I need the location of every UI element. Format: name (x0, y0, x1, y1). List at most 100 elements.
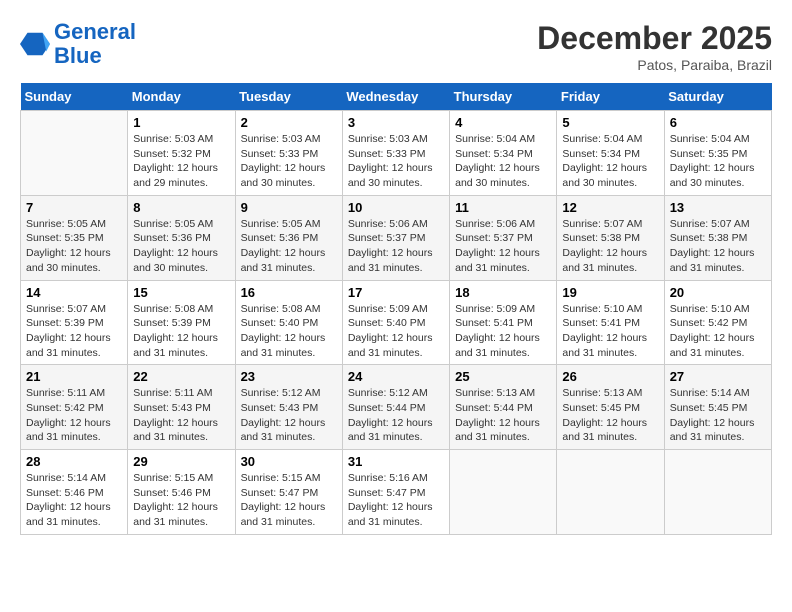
day-number: 11 (455, 200, 551, 215)
day-number: 3 (348, 115, 444, 130)
calendar-day-cell: 22 Sunrise: 5:11 AMSunset: 5:43 PMDayligh… (128, 365, 235, 450)
calendar-day-cell: 16 Sunrise: 5:08 AMSunset: 5:40 PMDayligh… (235, 280, 342, 365)
calendar-week-row: 28Sunrise: 5:14 AMSunset: 5:46 PMDayligh… (21, 450, 772, 535)
calendar-day-cell: 23Sunrise: 5:12 AMSunset: 5:43 PMDayligh… (235, 365, 342, 450)
day-info: Sunrise: 5:12 AMSunset: 5:43 PMDaylight:… (241, 386, 337, 445)
calendar-week-row: 7Sunrise: 5:05 AMSunset: 5:35 PMDaylight… (21, 195, 772, 280)
calendar-day-cell: 2Sunrise: 5:03 AMSunset: 5:33 PMDaylight… (235, 111, 342, 196)
day-number: 1 (133, 115, 229, 130)
logo-line1: General (54, 19, 136, 44)
day-number: 9 (241, 200, 337, 215)
day-info: Sunrise: 5:15 AMSunset: 5:47 PMDaylight:… (241, 471, 337, 530)
day-of-week-header: Saturday (664, 83, 771, 111)
calendar-day-cell: 1 Sunrise: 5:03 AMSunset: 5:32 PMDaylight… (128, 111, 235, 196)
calendar-day-cell: 28Sunrise: 5:14 AMSunset: 5:46 PMDayligh… (21, 450, 128, 535)
day-number: 16 (241, 285, 337, 300)
day-number: 31 (348, 454, 444, 469)
calendar-day-cell: 13Sunrise: 5:07 AMSunset: 5:38 PMDayligh… (664, 195, 771, 280)
day-of-week-header: Wednesday (342, 83, 449, 111)
day-info: Sunrise: 5:11 AMSunset: 5:43 PMDaylight:… (133, 386, 229, 445)
day-info: Sunrise: 5:08 AMSunset: 5:39 PMDaylight:… (133, 302, 229, 361)
day-number: 26 (562, 369, 658, 384)
calendar-day-cell: 25 Sunrise: 5:13 AMSunset: 5:44 PMDayligh… (450, 365, 557, 450)
calendar-day-cell: 9 Sunrise: 5:05 AMSunset: 5:36 PMDaylight… (235, 195, 342, 280)
calendar-day-cell: 17Sunrise: 5:09 AMSunset: 5:40 PMDayligh… (342, 280, 449, 365)
day-info: Sunrise: 5:03 AMSunset: 5:33 PMDaylight:… (348, 132, 444, 191)
day-info: Sunrise: 5:04 AMSunset: 5:35 PMDaylight:… (670, 132, 766, 191)
day-info: Sunrise: 5:03 AMSunset: 5:32 PMDaylight:… (133, 132, 229, 191)
day-number: 25 (455, 369, 551, 384)
day-info: Sunrise: 5:05 AMSunset: 5:36 PMDaylight:… (241, 217, 337, 276)
day-info: Sunrise: 5:06 AMSunset: 5:37 PMDaylight:… (348, 217, 444, 276)
day-number: 27 (670, 369, 766, 384)
calendar-day-cell: 19 Sunrise: 5:10 AMSunset: 5:41 PMDayligh… (557, 280, 664, 365)
calendar-day-cell: 7Sunrise: 5:05 AMSunset: 5:35 PMDaylight… (21, 195, 128, 280)
day-info: Sunrise: 5:10 AMSunset: 5:41 PMDaylight:… (562, 302, 658, 361)
day-number: 20 (670, 285, 766, 300)
day-info: Sunrise: 5:09 AMSunset: 5:41 PMDaylight:… (455, 302, 551, 361)
title-block: December 2025 Patos, Paraiba, Brazil (537, 20, 772, 73)
calendar-day-cell: 14 Sunrise: 5:07 AMSunset: 5:39 PMDayligh… (21, 280, 128, 365)
page-header: General Blue December 2025 Patos, Paraib… (20, 20, 772, 73)
day-info: Sunrise: 5:14 AMSunset: 5:45 PMDaylight:… (670, 386, 766, 445)
day-of-week-header: Monday (128, 83, 235, 111)
calendar-day-cell: 8 Sunrise: 5:05 AMSunset: 5:36 PMDaylight… (128, 195, 235, 280)
day-info: Sunrise: 5:08 AMSunset: 5:40 PMDaylight:… (241, 302, 337, 361)
day-number: 13 (670, 200, 766, 215)
calendar-day-cell: 5Sunrise: 5:04 AMSunset: 5:34 PMDaylight… (557, 111, 664, 196)
page-title: December 2025 (537, 20, 772, 57)
calendar-day-cell: 20 Sunrise: 5:10 AMSunset: 5:42 PMDayligh… (664, 280, 771, 365)
calendar-day-cell (450, 450, 557, 535)
day-number: 5 (562, 115, 658, 130)
day-info: Sunrise: 5:11 AMSunset: 5:42 PMDaylight:… (26, 386, 122, 445)
calendar-day-cell (664, 450, 771, 535)
day-number: 4 (455, 115, 551, 130)
calendar-day-cell: 15 Sunrise: 5:08 AMSunset: 5:39 PMDayligh… (128, 280, 235, 365)
day-number: 14 (26, 285, 122, 300)
calendar-day-cell: 3 Sunrise: 5:03 AMSunset: 5:33 PMDaylight… (342, 111, 449, 196)
day-number: 2 (241, 115, 337, 130)
logo-line2: Blue (54, 43, 102, 68)
calendar-day-cell: 29 Sunrise: 5:15 AMSunset: 5:46 PMDayligh… (128, 450, 235, 535)
day-info: Sunrise: 5:10 AMSunset: 5:42 PMDaylight:… (670, 302, 766, 361)
day-of-week-header: Tuesday (235, 83, 342, 111)
logo-text: General Blue (54, 20, 136, 68)
day-info: Sunrise: 5:13 AMSunset: 5:44 PMDaylight:… (455, 386, 551, 445)
day-number: 19 (562, 285, 658, 300)
day-number: 29 (133, 454, 229, 469)
day-info: Sunrise: 5:05 AMSunset: 5:36 PMDaylight:… (133, 217, 229, 276)
calendar-week-row: 14 Sunrise: 5:07 AMSunset: 5:39 PMDayligh… (21, 280, 772, 365)
day-number: 12 (562, 200, 658, 215)
day-number: 6 (670, 115, 766, 130)
calendar-day-cell: 4Sunrise: 5:04 AMSunset: 5:34 PMDaylight… (450, 111, 557, 196)
day-number: 28 (26, 454, 122, 469)
day-number: 24 (348, 369, 444, 384)
calendar-header-row: SundayMondayTuesdayWednesdayThursdayFrid… (21, 83, 772, 111)
day-number: 18 (455, 285, 551, 300)
day-info: Sunrise: 5:15 AMSunset: 5:46 PMDaylight:… (133, 471, 229, 530)
calendar-table: SundayMondayTuesdayWednesdayThursdayFrid… (20, 83, 772, 535)
calendar-day-cell: 6 Sunrise: 5:04 AMSunset: 5:35 PMDaylight… (664, 111, 771, 196)
calendar-day-cell (21, 111, 128, 196)
calendar-day-cell: 21 Sunrise: 5:11 AMSunset: 5:42 PMDayligh… (21, 365, 128, 450)
logo: General Blue (20, 20, 136, 68)
day-info: Sunrise: 5:16 AMSunset: 5:47 PMDaylight:… (348, 471, 444, 530)
day-of-week-header: Thursday (450, 83, 557, 111)
calendar-day-cell: 10Sunrise: 5:06 AMSunset: 5:37 PMDayligh… (342, 195, 449, 280)
day-info: Sunrise: 5:09 AMSunset: 5:40 PMDaylight:… (348, 302, 444, 361)
calendar-day-cell: 26Sunrise: 5:13 AMSunset: 5:45 PMDayligh… (557, 365, 664, 450)
calendar-day-cell: 18 Sunrise: 5:09 AMSunset: 5:41 PMDayligh… (450, 280, 557, 365)
day-number: 8 (133, 200, 229, 215)
calendar-week-row: 1 Sunrise: 5:03 AMSunset: 5:32 PMDaylight… (21, 111, 772, 196)
calendar-week-row: 21 Sunrise: 5:11 AMSunset: 5:42 PMDayligh… (21, 365, 772, 450)
calendar-day-cell: 30Sunrise: 5:15 AMSunset: 5:47 PMDayligh… (235, 450, 342, 535)
day-of-week-header: Friday (557, 83, 664, 111)
day-number: 15 (133, 285, 229, 300)
day-number: 22 (133, 369, 229, 384)
day-info: Sunrise: 5:06 AMSunset: 5:37 PMDaylight:… (455, 217, 551, 276)
day-number: 21 (26, 369, 122, 384)
calendar-day-cell (557, 450, 664, 535)
day-of-week-header: Sunday (21, 83, 128, 111)
day-number: 7 (26, 200, 122, 215)
day-info: Sunrise: 5:07 AMSunset: 5:39 PMDaylight:… (26, 302, 122, 361)
